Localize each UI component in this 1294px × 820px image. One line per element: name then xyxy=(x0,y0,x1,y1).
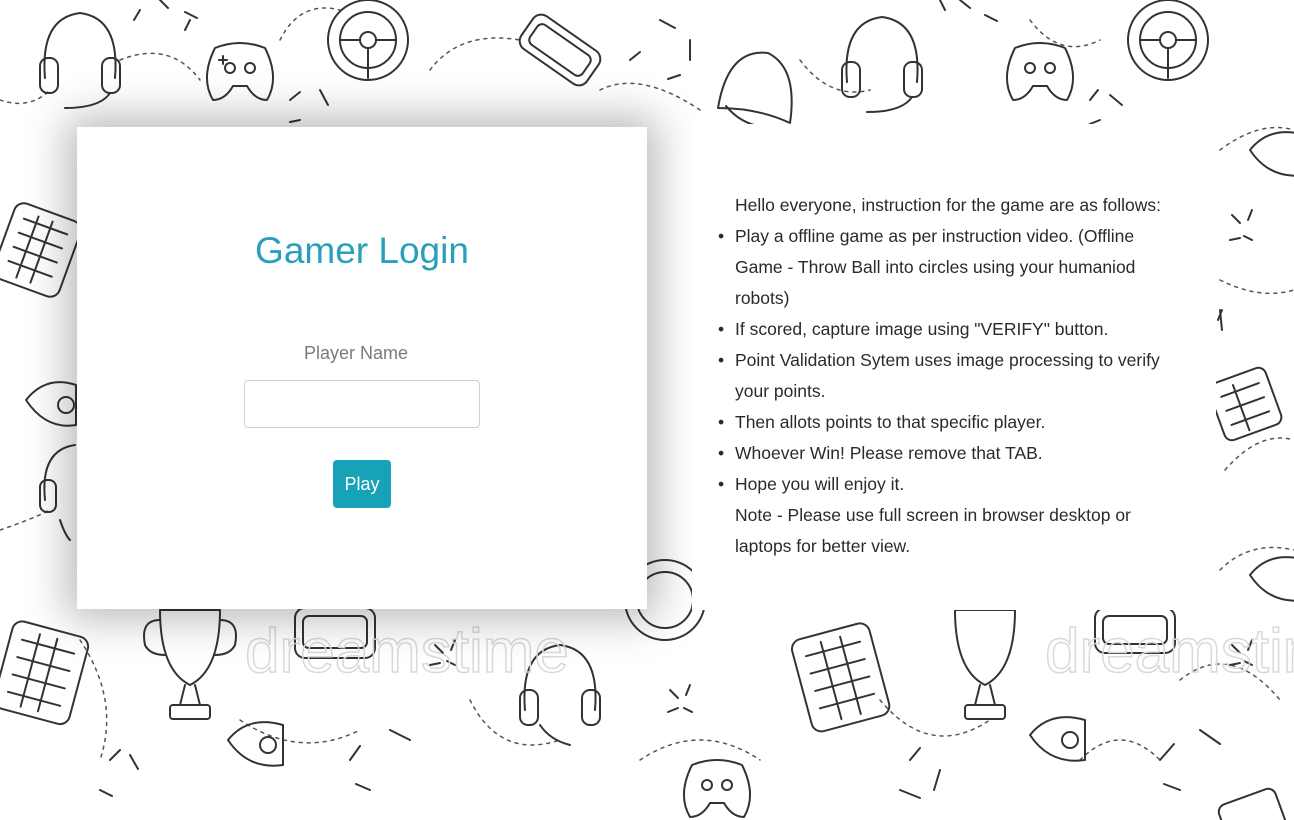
bullet: • xyxy=(718,474,725,494)
keyboard-icon xyxy=(790,622,891,733)
list-item: • Play a offline game as per instruction … xyxy=(718,221,1185,314)
cap-icon xyxy=(717,51,793,129)
instructions-note: Note - Please use full screen in browser… xyxy=(735,505,1131,556)
steering-wheel-icon xyxy=(327,0,409,81)
player-name-label: Player Name xyxy=(303,343,409,363)
bullet: • xyxy=(718,412,725,432)
gamepad-icon xyxy=(1006,42,1074,101)
list-item-text: Play a offline game as per instruction v… xyxy=(735,226,1136,308)
page-title: Gamer Login xyxy=(255,230,469,271)
mouse-icon xyxy=(1249,131,1294,177)
list-item: • Point Validation Sytem uses image proce… xyxy=(718,345,1185,407)
list-item-text: Point Validation Sytem uses image proces… xyxy=(735,350,1160,401)
watermark-text: dreamstime xyxy=(1045,617,1294,686)
trophy-icon xyxy=(143,609,237,720)
trophy-icon xyxy=(954,609,1016,720)
watermark-text: dreamstime xyxy=(245,617,569,686)
instructions-list: • Play a offline game as per instruction … xyxy=(718,221,1185,500)
list-item: • Hope you will enjoy it. xyxy=(718,469,1185,500)
list-item-text: Whoever Win! Please remove that TAB. xyxy=(735,443,1043,463)
player-name-input[interactable] xyxy=(244,380,480,428)
list-item-text: Hope you will enjoy it. xyxy=(735,474,905,494)
instructions-intro: Hello everyone, instruction for the game… xyxy=(735,195,1162,215)
gamepad-icon xyxy=(683,759,751,818)
play-button[interactable]: Play xyxy=(333,460,391,508)
mouse-icon xyxy=(25,381,77,427)
mouse-icon xyxy=(1249,556,1294,602)
list-item: • If scored, capture image using "VERIFY"… xyxy=(718,314,1185,345)
keyboard-icon xyxy=(0,620,90,726)
bullet: • xyxy=(718,350,725,370)
bullet: • xyxy=(718,226,725,246)
list-item-text: Then allots points to that specific play… xyxy=(735,412,1046,432)
headset-icon xyxy=(39,12,121,109)
gamepad-icon xyxy=(206,42,274,101)
headset-icon xyxy=(841,16,923,113)
bullet: • xyxy=(718,319,725,339)
bullet: • xyxy=(718,443,725,463)
list-item: • Whoever Win! Please remove that TAB. xyxy=(718,438,1185,469)
vr-headset-icon xyxy=(518,13,602,87)
list-item-text: If scored, capture image using "VERIFY" … xyxy=(735,319,1109,339)
list-item: • Then allots points to that specific pla… xyxy=(718,407,1185,438)
steering-wheel-icon xyxy=(1127,0,1209,81)
login-card: Gamer Login Player Name Play xyxy=(77,127,647,609)
keyboard-icon xyxy=(1207,366,1283,442)
headset-icon xyxy=(39,444,76,541)
keyboard-icon xyxy=(1217,787,1289,820)
keyboard-icon xyxy=(0,202,82,298)
instructions-panel: Hello everyone, instruction for the game… xyxy=(692,124,1216,610)
mouse-icon xyxy=(1029,716,1086,762)
